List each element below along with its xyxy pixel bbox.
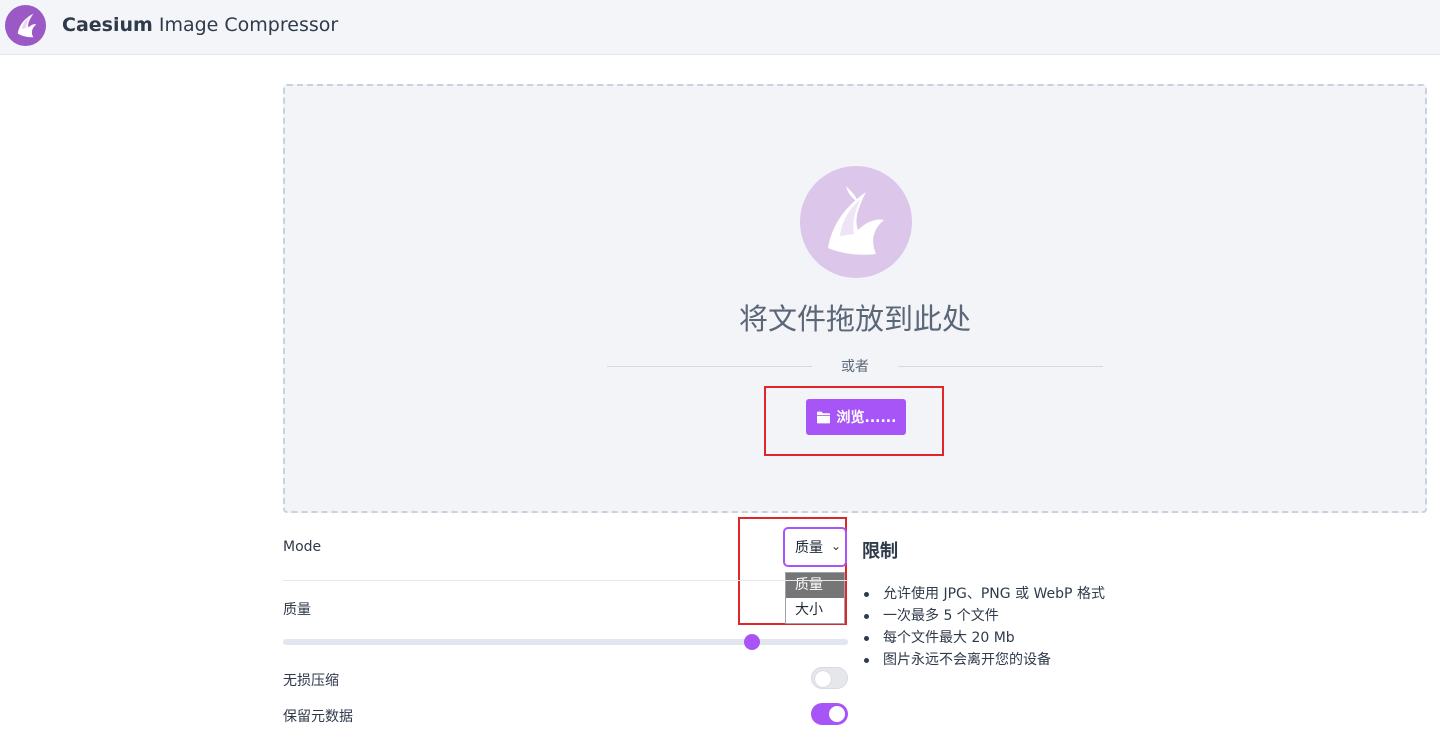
toggle-knob — [815, 671, 831, 687]
highlight-box-browse — [764, 386, 944, 456]
mode-select[interactable]: 质量 ⌄ — [783, 527, 847, 567]
app-title: Caesium Image Compressor — [62, 14, 339, 36]
divider-right — [898, 366, 1103, 367]
keep-metadata-label: 保留元数据 — [283, 709, 353, 725]
mode-select-value: 质量 — [795, 540, 823, 556]
or-text: 或者 — [841, 359, 869, 375]
quality-slider-thumb[interactable] — [743, 634, 760, 650]
divider-left — [607, 366, 812, 367]
limit-item: 每个文件最大 20 Mb — [862, 627, 1105, 649]
mode-option-size[interactable]: 大小 — [786, 598, 844, 623]
quality-label: 质量 — [283, 602, 311, 618]
chevron-down-icon: ⌄ — [830, 539, 841, 553]
lossless-label: 无损压缩 — [283, 673, 339, 689]
keep-metadata-toggle[interactable] — [811, 703, 848, 725]
limit-item: 图片永远不会离开您的设备 — [862, 649, 1105, 671]
mode-option-quality[interactable]: 质量 — [786, 573, 844, 598]
lossless-toggle[interactable] — [811, 667, 848, 689]
quality-slider[interactable] — [283, 634, 848, 650]
toggle-knob — [829, 706, 845, 722]
caesium-logo-icon — [800, 166, 912, 278]
app-header: Caesium Image Compressor — [0, 0, 1440, 55]
mode-label: Mode — [283, 539, 322, 555]
limit-item: 允许使用 JPG、PNG 或 WebP 格式 — [862, 583, 1105, 605]
settings-divider — [283, 580, 848, 581]
limits-title: 限制 — [862, 541, 898, 562]
caesium-logo-icon — [4, 4, 47, 47]
limit-item: 一次最多 5 个文件 — [862, 605, 1105, 627]
drop-title: 将文件拖放到此处 — [738, 302, 971, 336]
limits-list: 允许使用 JPG、PNG 或 WebP 格式 一次最多 5 个文件 每个文件最大… — [862, 583, 1105, 671]
